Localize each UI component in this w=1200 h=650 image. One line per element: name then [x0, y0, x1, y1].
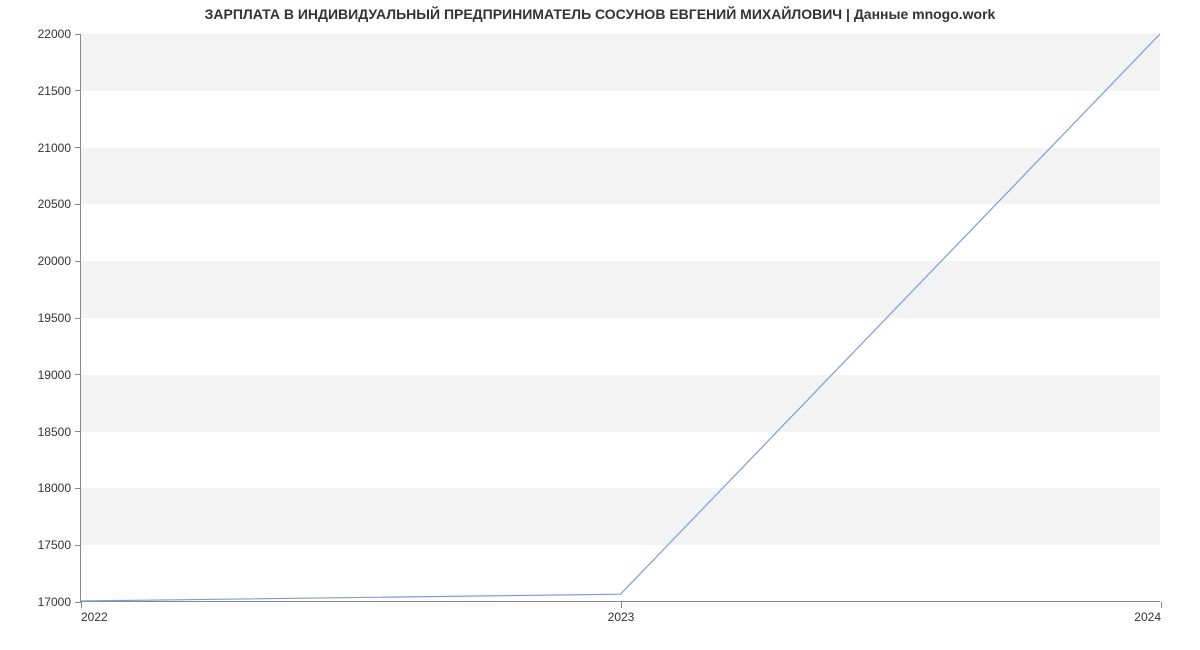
y-tick-label: 18500 — [38, 425, 71, 439]
x-tick-mark — [81, 602, 82, 608]
y-tick-label: 17500 — [38, 538, 71, 552]
y-tick-label: 20500 — [38, 197, 71, 211]
x-tick-mark — [621, 602, 622, 608]
y-tick-label: 22000 — [38, 27, 71, 41]
y-tick-label: 20000 — [38, 254, 71, 268]
y-tick-label: 19500 — [38, 311, 71, 325]
chart-plot-area: 1700017500180001850019000195002000020500… — [80, 34, 1160, 602]
y-tick-label: 19000 — [38, 368, 71, 382]
y-tick-label: 21500 — [38, 84, 71, 98]
x-tick-mark — [1161, 602, 1162, 608]
x-tick-label: 2024 — [1134, 610, 1161, 624]
chart-title: ЗАРПЛАТА В ИНДИВИДУАЛЬНЫЙ ПРЕДПРИНИМАТЕЛ… — [0, 6, 1200, 22]
y-tick-label: 18000 — [38, 481, 71, 495]
x-tick-label: 2023 — [608, 610, 635, 624]
chart-line — [81, 34, 1160, 601]
x-tick-label: 2022 — [81, 610, 108, 624]
y-tick-label: 21000 — [38, 141, 71, 155]
y-tick-label: 17000 — [38, 595, 71, 609]
